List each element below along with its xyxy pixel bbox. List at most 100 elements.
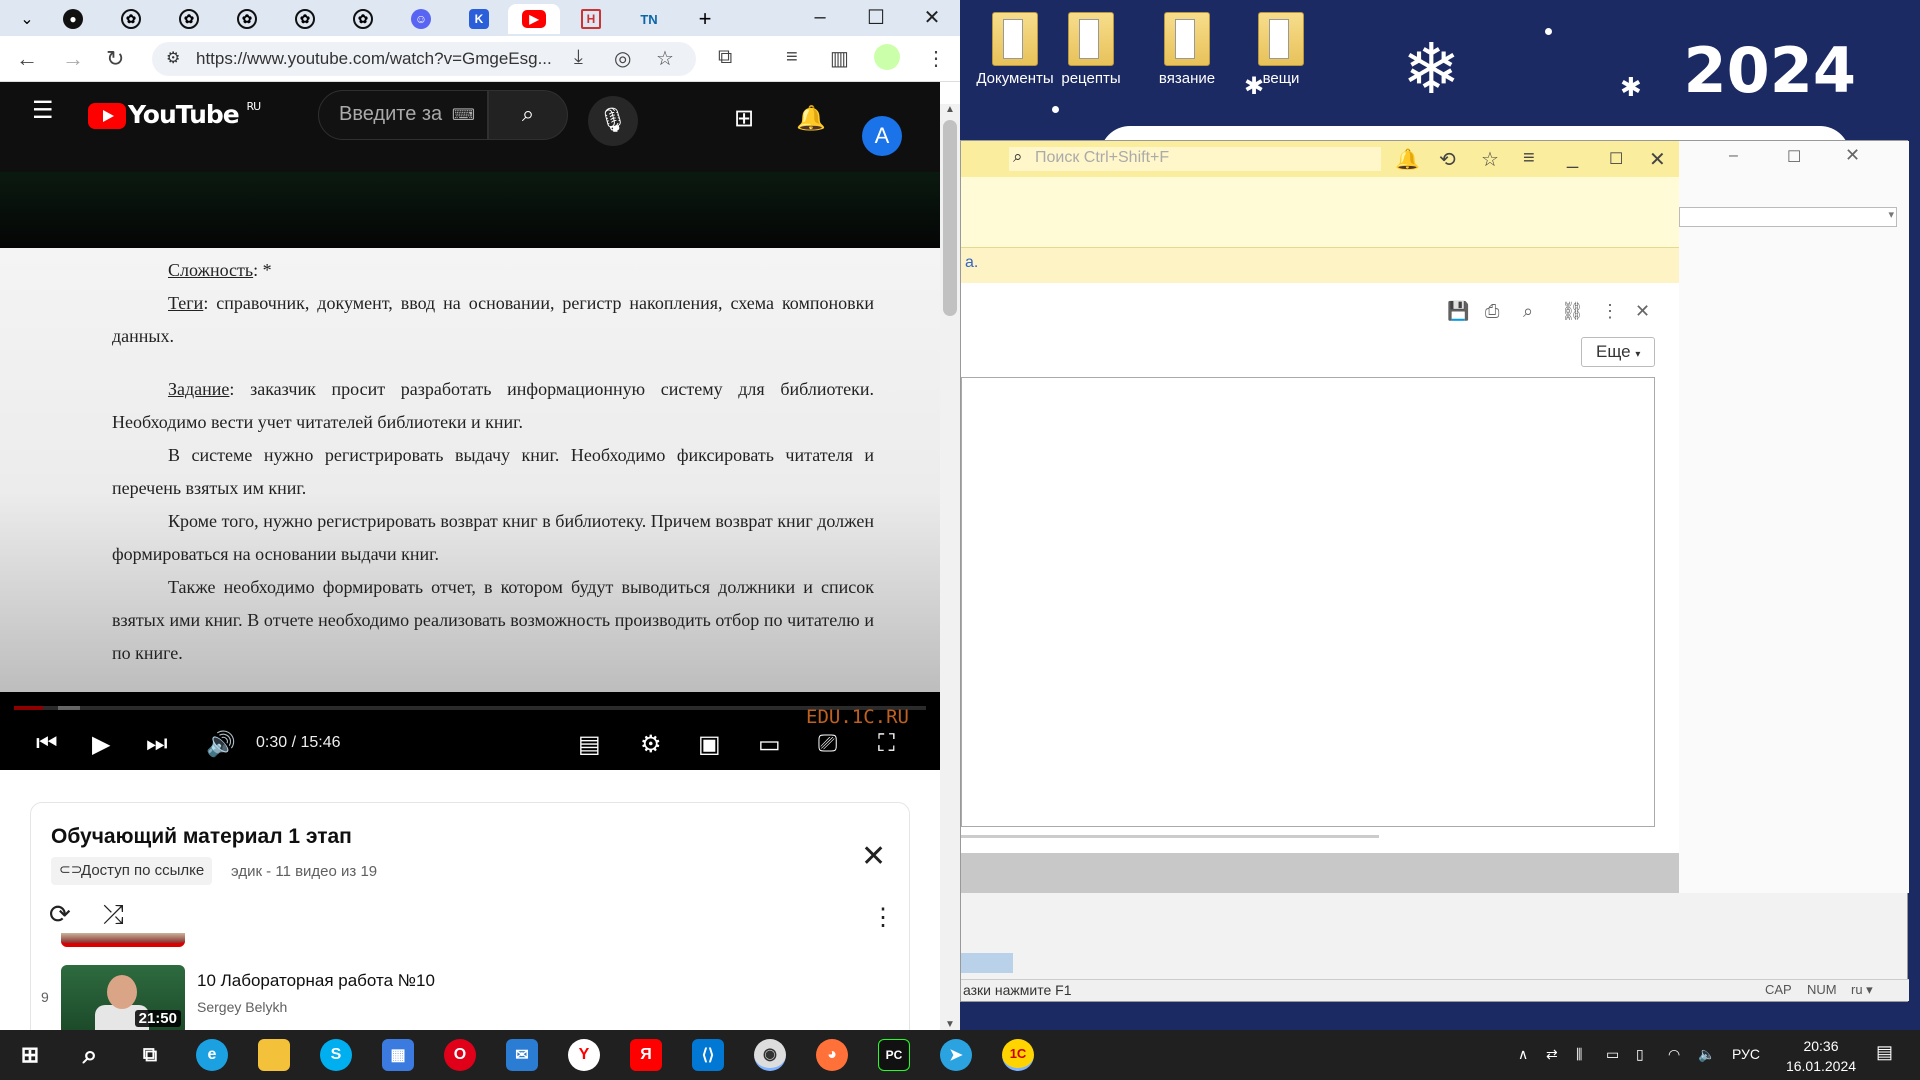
site-settings-icon[interactable]: ⚙ [166,48,180,68]
search-button[interactable]: ⌕ [74,1039,106,1071]
tray-app-icon[interactable]: ⇄ [1546,1046,1558,1063]
tray-chevron-icon[interactable]: ∧ [1518,1046,1528,1063]
page-scrollbar[interactable]: ▲ ▼ [940,104,960,1030]
fullscreen-icon[interactable]: ⛶ [878,730,895,758]
background-dropdown[interactable]: ▾ [1679,207,1897,227]
tab-openai-4[interactable]: ✿ [282,4,328,34]
onec-selected-cell[interactable] [961,953,1013,973]
create-video-icon[interactable]: ⊞ [734,104,754,133]
skype-app[interactable]: S [320,1039,352,1071]
search-input[interactable]: Введите за ⌨ [318,90,488,140]
opera-app[interactable]: O [444,1039,476,1071]
vscode-app[interactable]: ⟨⟩ [692,1039,724,1071]
preview-icon[interactable]: ⌕ [1523,301,1533,322]
new-tab-button[interactable]: + [682,4,728,34]
tab-openai-1[interactable]: ✿ [108,4,154,34]
side-panel-icon[interactable]: ▥ [830,46,849,71]
close-form-icon[interactable]: ✕ [1635,301,1650,322]
favorites-star-icon[interactable]: ☆ [1481,147,1499,172]
telegram-app[interactable]: ➤ [940,1039,972,1071]
more-actions-icon[interactable]: ⋮ [871,903,895,932]
tab-discord[interactable]: ☺ [398,4,444,34]
yandex-browser-app[interactable]: Y [568,1039,600,1071]
folder-recipes[interactable]: рецепты [1046,12,1136,87]
theater-mode-icon[interactable]: ▭ [758,730,781,759]
settings-gear-icon[interactable]: ⚙ [640,730,662,759]
subtitles-icon[interactable]: ▤ [578,730,601,759]
tab-habr[interactable]: H [568,4,614,34]
previous-icon[interactable]: ⏮ [36,730,58,758]
tab-search-button[interactable]: ⌄ [4,4,50,34]
folder-knitting[interactable]: вязание [1142,12,1232,87]
task-view-button[interactable]: ⧉ [134,1039,166,1071]
history-icon[interactable]: ⟲ [1439,147,1456,172]
tab-openai-3[interactable]: ✿ [224,4,270,34]
install-icon[interactable]: ⤓ [574,46,583,69]
account-avatar[interactable]: A [862,116,902,156]
tab-openai-5[interactable]: ✿ [340,4,386,34]
previous-item-thumbnail[interactable] [61,933,185,947]
mail-app[interactable]: ✉ [506,1039,538,1071]
volume-icon[interactable]: 🔊 [206,730,236,759]
language-indicator[interactable]: ru ▾ [1851,982,1873,998]
tab-youtube[interactable]: ▶ [508,4,560,34]
onec-search-input[interactable]: ⌕ Поиск Ctrl+Shift+F [1009,147,1381,171]
info-link[interactable]: а. [965,254,978,271]
volume-icon[interactable]: 🔈 [1698,1046,1715,1063]
shuffle-icon[interactable]: ⤮ [103,899,124,931]
chrome-app[interactable]: ◉ [754,1039,786,1071]
tray-app-icon[interactable]: ⫼ [1576,1046,1582,1063]
playlist-item[interactable]: 9 21:50 10 Лабораторная работа №10 Serge… [31,961,891,1030]
tab-github[interactable]: ● [50,4,96,34]
bookmark-star-icon[interactable]: ☆ [656,46,674,71]
close-playlist-icon[interactable]: ✕ [861,839,886,874]
video-player[interactable]: Сложность: * Теги: справочник, документ,… [0,172,940,770]
notifications-bell-icon[interactable]: 🔔 [796,104,826,133]
close-icon[interactable]: ✕ [1845,145,1860,166]
hamburger-icon[interactable]: ☰ [32,96,54,125]
tray-app-icon[interactable]: ▭ [1606,1046,1619,1063]
scroll-thumb[interactable] [943,120,957,316]
back-icon[interactable]: ← [16,46,38,72]
next-icon[interactable]: ⏭ [146,730,168,758]
onec-document-area[interactable] [961,377,1655,827]
save-icon[interactable]: 💾 [1447,301,1469,322]
profile-avatar[interactable] [874,44,900,70]
keyboard-icon[interactable]: ⌨ [452,105,475,125]
onec-app[interactable]: 1C [1002,1039,1034,1071]
tab-kinopoisk[interactable]: K [456,4,502,34]
horizontal-scrollbar[interactable] [961,835,1379,838]
edge-app[interactable]: e [196,1039,228,1071]
eye-off-icon[interactable]: ◎ [614,46,631,71]
yandex-app[interactable]: Я [630,1039,662,1071]
tab-tn[interactable]: TN [626,4,672,34]
store-app[interactable]: ▦ [382,1039,414,1071]
loop-icon[interactable]: ⟳ [49,899,71,930]
maximize-button[interactable]: ☐ [848,0,904,34]
link-icon[interactable]: ⛓ [1561,301,1584,322]
minimize-button[interactable]: – [792,0,848,34]
item-thumbnail[interactable]: 21:50 [61,965,185,1030]
close-icon[interactable]: ✕ [1649,147,1666,172]
item-author[interactable]: Sergey Belykh [197,999,287,1015]
pycharm-app[interactable]: PC [878,1039,910,1071]
scroll-down-icon[interactable]: ▼ [945,1019,955,1030]
miniplayer-icon[interactable]: ▣ [698,730,721,759]
notifications-icon[interactable]: ▤ [1876,1042,1893,1063]
clock[interactable]: 20:36 16.01.2024 [1776,1036,1866,1076]
notifications-bell-icon[interactable]: 🔔 [1395,147,1420,172]
menu-icon[interactable]: ⋮ [926,46,946,71]
firefox-app[interactable]: ◕ [816,1039,848,1071]
minimize-icon[interactable]: _ [1567,147,1578,170]
voice-search-button[interactable]: 🎙 [588,96,638,146]
menu-lines-icon[interactable]: ≡ [1523,147,1535,170]
close-button[interactable]: ✕ [904,0,960,34]
item-title[interactable]: 10 Лабораторная работа №10 [197,971,435,991]
print-icon[interactable]: ⎙ [1485,301,1499,322]
more-button[interactable]: Еще ▾ [1581,337,1655,367]
maximize-icon[interactable]: ☐ [1787,147,1801,167]
explorer-app[interactable] [258,1039,290,1071]
forward-icon[interactable]: → [62,46,84,72]
reload-icon[interactable]: ↻ [106,46,124,72]
minimize-icon[interactable]: – [1729,147,1738,165]
